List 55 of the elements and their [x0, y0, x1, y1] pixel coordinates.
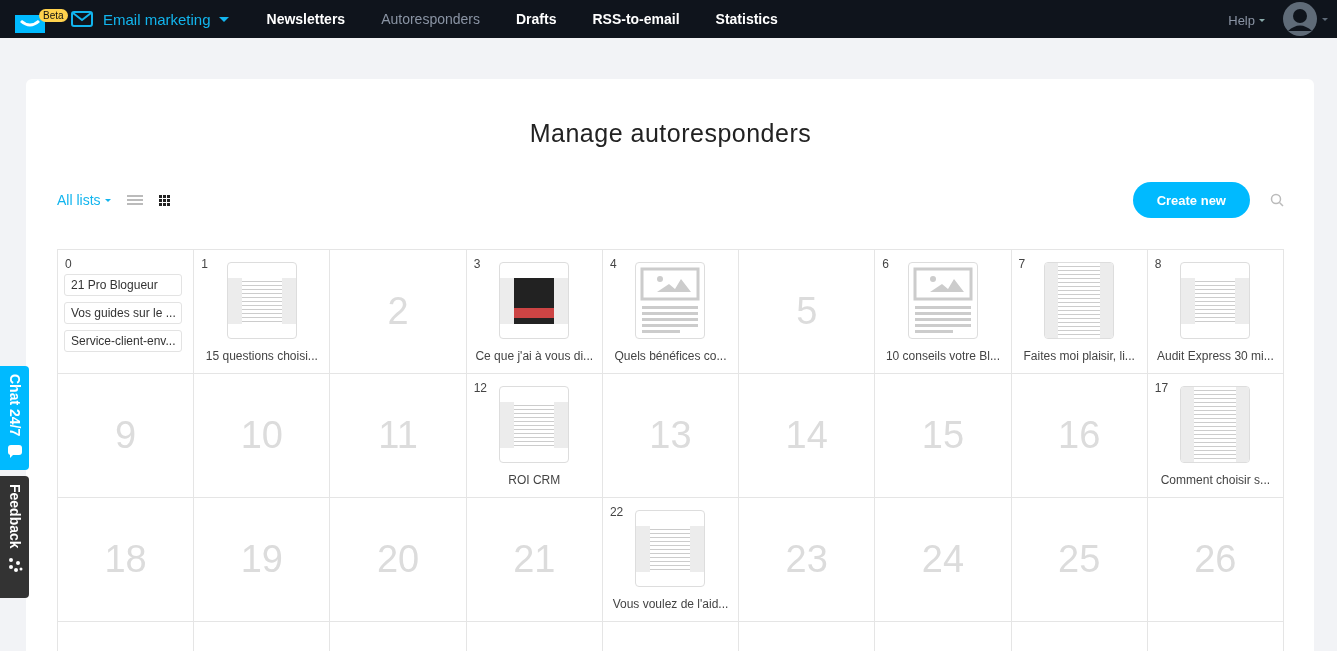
email-thumbnail[interactable] [1180, 386, 1251, 463]
message-title[interactable]: Faites moi plaisir, li... [1023, 349, 1135, 363]
email-thumbnail[interactable] [226, 262, 297, 339]
day-number: 22 [609, 505, 624, 519]
email-preview-drawing [650, 525, 691, 572]
nav-tab[interactable]: Newsletters [266, 11, 346, 27]
product-menu[interactable]: Email marketing [103, 10, 229, 28]
nav-tab[interactable]: Autoresponders [381, 11, 480, 27]
image-placeholder-icon [911, 265, 974, 336]
nav-tab[interactable]: Drafts [516, 11, 557, 27]
day-number: 0 [65, 257, 72, 271]
day-number: 6 [882, 257, 889, 271]
envelope-icon [71, 11, 93, 27]
avatar-icon[interactable] [1283, 2, 1329, 36]
list-chip[interactable]: 21 Pro Blogueur [64, 274, 182, 296]
day-number: 8 [1154, 257, 1162, 271]
page-title: Manage autoresponders [528, 119, 813, 148]
message-title[interactable]: 10 conseils votre Bl... [885, 349, 1000, 363]
email-thumbnail[interactable] [1180, 262, 1251, 339]
day-number: 17 [1154, 381, 1169, 395]
day-number: 12 [473, 381, 487, 395]
help-menu[interactable]: Help [1228, 12, 1265, 28]
grid-view-icon[interactable] [158, 194, 170, 206]
email-preview-drawing [514, 277, 555, 324]
search-icon[interactable] [1270, 193, 1284, 207]
email-thumbnail[interactable] [1044, 262, 1115, 339]
message-title[interactable]: Quels bénéfices co... [614, 349, 727, 363]
day-number: 1 [201, 257, 208, 271]
message-title[interactable]: ROI CRM [508, 473, 561, 487]
message-title[interactable]: 15 questions choisi... [205, 349, 318, 363]
email-thumbnail[interactable] [635, 262, 706, 339]
list-chip[interactable]: Service-client-env... [64, 330, 182, 352]
list-chip[interactable]: Vos guides sur le ... [64, 302, 182, 324]
beta-badge: Beta [39, 9, 68, 22]
nav-tab[interactable]: Statistics [715, 11, 778, 27]
message-title[interactable]: Comment choisir s... [1160, 473, 1271, 487]
image-placeholder-icon [639, 265, 702, 336]
feedback-tab[interactable]: Feedback [0, 476, 29, 598]
message-title[interactable]: Vous voulez de l'aid... [612, 597, 729, 611]
dots-icon [6, 556, 23, 573]
day-number: 7 [1018, 257, 1026, 271]
message-title[interactable]: Audit Express 30 mi... [1157, 349, 1274, 363]
email-preview-drawing [514, 401, 555, 448]
email-preview-drawing [1195, 277, 1236, 324]
chat-bubble-icon [6, 444, 23, 459]
nav-tab[interactable]: RSS-to-email [592, 11, 680, 27]
day-number: 4 [609, 257, 617, 271]
email-thumbnail[interactable] [907, 262, 978, 339]
email-thumbnail[interactable] [499, 386, 570, 463]
email-thumbnail[interactable] [635, 510, 706, 587]
message-title[interactable]: Ce que j'ai à vous di... [475, 349, 594, 363]
email-thumbnail[interactable] [499, 262, 570, 339]
list-view-icon[interactable] [126, 194, 143, 206]
email-preview-drawing [241, 277, 282, 324]
day-number: 3 [473, 257, 481, 271]
